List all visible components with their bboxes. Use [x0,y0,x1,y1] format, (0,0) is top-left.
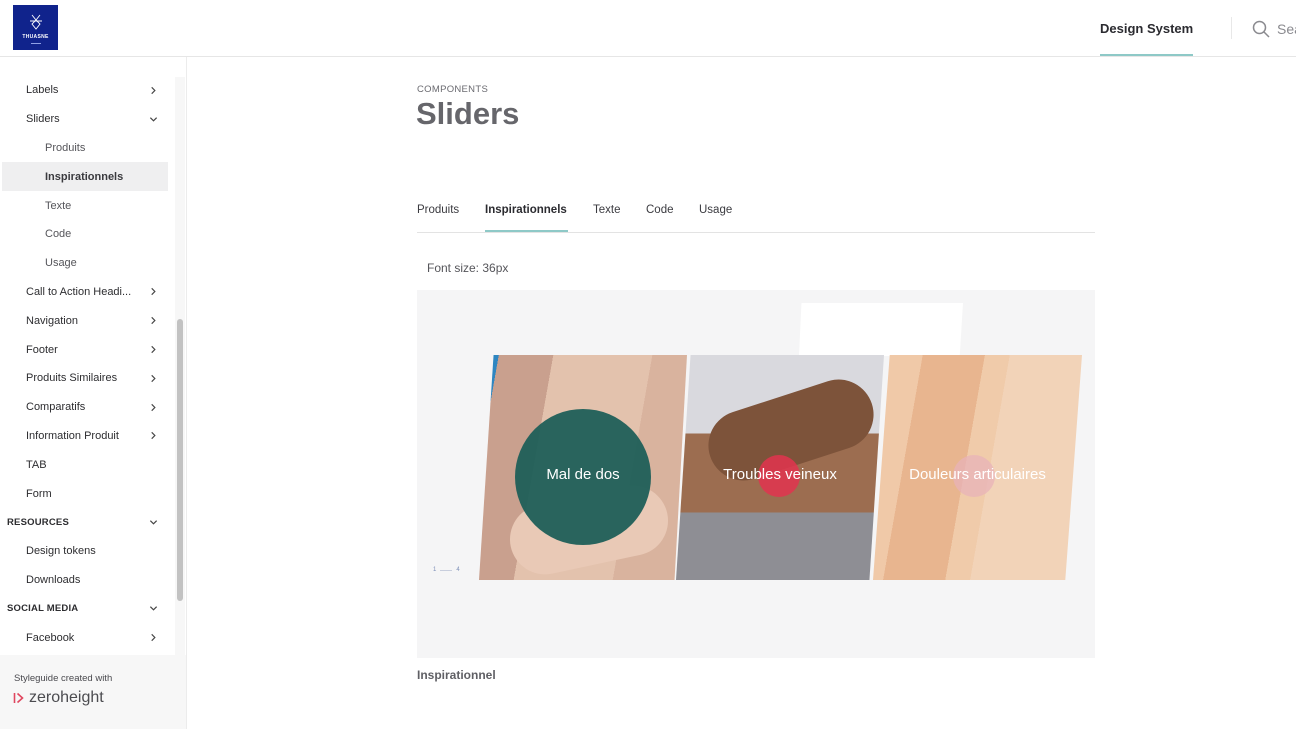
font-size-note: Font size: 36px [427,261,509,275]
sidebar-item-tab[interactable]: TAB [0,450,172,479]
sidebar-item-label: Facebook [26,631,75,644]
sidebar-item-footer[interactable]: Footer [0,335,172,364]
slider-preview: Mal de dos Troubles veineux Douleurs art… [417,290,1095,658]
sidebar-item-form[interactable]: Form [0,479,172,508]
tab-usage[interactable]: Usage [699,204,732,216]
sidebar-section-social-media[interactable]: SOCIAL MEDIA [0,594,172,623]
sidebar-item-label: Information Produit [26,429,119,442]
sidebar-item-design-tokens[interactable]: Design tokens [0,537,172,566]
zeroheight-brand: zeroheight [29,689,104,706]
preview-caption: Inspirationnel [417,668,496,682]
sidebar-item-facebook[interactable]: Facebook [0,623,172,652]
search-button[interactable]: Sea [1252,0,1296,57]
sidebar-item-code[interactable]: Code [0,220,172,249]
sidebar-section-label: RESOURCES [7,516,69,528]
sidebar-item-inspirationnels[interactable]: Inspirationnels [2,162,168,192]
sidebar-item-label: Navigation [26,314,78,327]
sidebar-section-resources[interactable]: RESOURCES [0,508,172,537]
nav-design-system[interactable]: Design System [1100,0,1193,57]
chevron-right-icon[interactable] [148,402,158,412]
sidebar-item-label: Design tokens [26,545,96,558]
sidebar-item-label: Labels [26,84,59,97]
sidebar-scrollbar-thumb[interactable] [177,319,183,601]
tab-code[interactable]: Code [646,204,674,216]
card-label: Mal de dos [546,466,620,483]
logo-brand-text: THUASNE [22,33,49,40]
breadcrumb-eyebrow: COMPONENTS [417,84,489,95]
sidebar-item-label: Inspirationnels [45,170,124,183]
sidebar-section-label: SOCIAL MEDIA [7,603,79,615]
chevron-down-icon[interactable] [148,517,158,527]
sidebar-item-information-produit[interactable]: Information Produit [0,422,172,451]
chevron-right-icon[interactable] [148,345,158,355]
sidebar-item-label: Downloads [26,573,81,586]
sidebar-item-labels[interactable]: Labels [0,76,172,105]
search-icon [1252,20,1270,38]
sidebar-item-texte[interactable]: Texte [0,191,172,220]
chevron-down-icon[interactable] [148,114,158,124]
sidebar-item-label: Comparatifs [26,401,86,414]
sidebar-footer: Styleguide created with zeroheight [0,655,186,729]
content-tabs: Produits Inspirationnels Texte Code Usag… [417,195,1095,233]
pager-current: 1 [433,567,437,573]
search-placeholder: Sea [1277,20,1296,37]
sidebar-list: Labels Sliders Produits Inspirationnels … [0,76,172,652]
chevron-right-icon[interactable] [148,287,158,297]
sidebar-item-navigation[interactable]: Navigation [0,306,172,335]
sidebar-item-label: Form [26,487,52,500]
tab-produits[interactable]: Produits [417,204,459,216]
sidebar-item-label: Code [45,228,72,241]
chevron-right-icon[interactable] [148,633,158,643]
sidebar-item-downloads[interactable]: Downloads [0,566,172,595]
top-bar: THUASNE Design System Sea [0,0,1296,57]
sidebar-item-label: Produits [45,141,86,154]
sidebar-item-produits-similaires[interactable]: Produits Similaires [0,364,172,393]
slider-pagination[interactable]: 1 4 [433,567,460,573]
logo-underline [30,42,41,44]
slider-card-troubles-veineux[interactable]: Troubles veineux [676,355,884,580]
thuasne-logo[interactable]: THUASNE [13,5,58,50]
made-with-text: Styleguide created with [14,673,113,684]
sidebar-item-call-to-action[interactable]: Call to Action Headi... [0,278,172,307]
pager-total: 4 [456,567,460,573]
card-label: Douleurs articulaires [909,466,1046,483]
sidebar-item-label: Texte [45,199,72,212]
tab-inspirationnels[interactable]: Inspirationnels [485,204,567,216]
zeroheight-logo-icon [13,692,24,704]
thuasne-logo-icon [29,14,42,30]
preview-white-shape [799,303,963,356]
chevron-right-icon[interactable] [148,373,158,383]
nav-divider [1231,17,1232,39]
sidebar-item-produits[interactable]: Produits [0,134,172,163]
sidebar-item-label: Usage [45,257,77,270]
slider-card-mal-de-dos[interactable]: Mal de dos [479,355,687,580]
pager-progress-line [440,569,453,571]
chevron-right-icon[interactable] [148,431,158,441]
chevron-right-icon[interactable] [148,316,158,326]
slider-card-douleurs-articulaires[interactable]: Douleurs articulaires [873,355,1082,580]
sidebar-item-comparatifs[interactable]: Comparatifs [0,393,172,422]
chevron-right-icon[interactable] [148,85,158,95]
sidebar: Labels Sliders Produits Inspirationnels … [0,57,187,729]
sidebar-item-label: Sliders [26,113,60,126]
tab-texte[interactable]: Texte [593,204,621,216]
sidebar-item-label: TAB [26,458,47,471]
zeroheight-link[interactable]: zeroheight [13,689,104,707]
sidebar-item-sliders[interactable]: Sliders [0,105,172,134]
tab-active-indicator [485,230,568,232]
nav-active-indicator [1100,54,1193,56]
page-title: Sliders [416,96,520,131]
sidebar-item-label: Produits Similaires [26,372,118,385]
sidebar-item-usage[interactable]: Usage [0,249,172,278]
chevron-down-icon[interactable] [148,604,158,614]
sidebar-item-label: Footer [26,343,58,356]
sidebar-item-label: Call to Action Headi... [26,285,132,298]
card-label: Troubles veineux [723,466,837,483]
